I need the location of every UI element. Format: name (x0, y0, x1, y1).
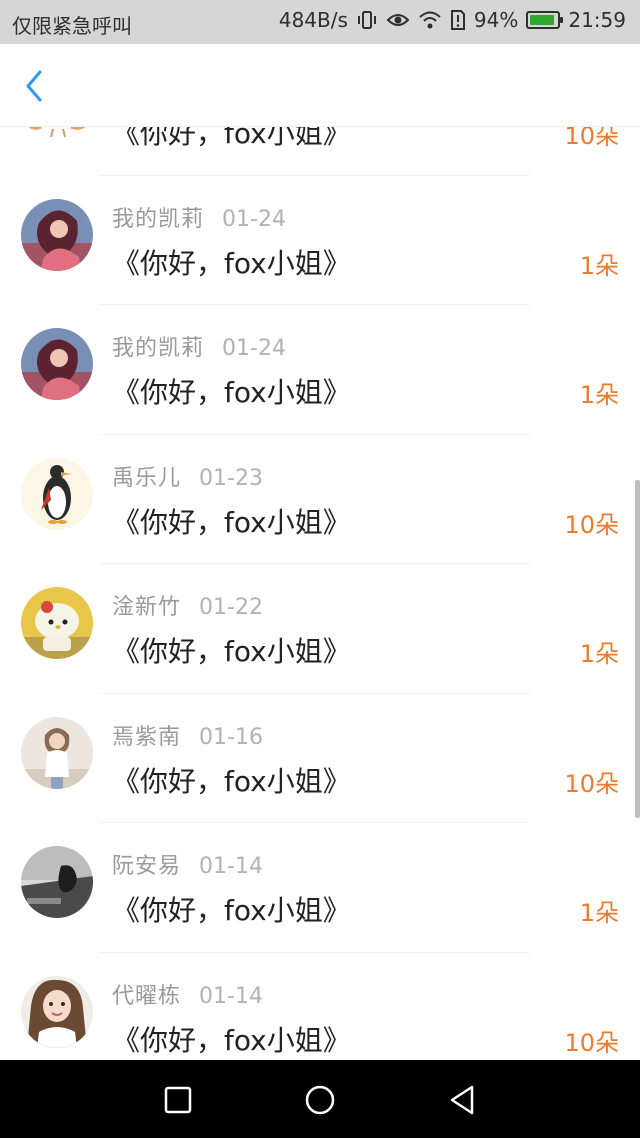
sender-name-line: 焉紫南 01-16 (112, 719, 263, 751)
flower-amount: 10朵 (564, 126, 619, 150)
avatar[interactable] (21, 587, 93, 659)
gift-title: 《你好，fox小姐》 (112, 505, 351, 539)
send-date: 01-24 (222, 206, 286, 232)
sender-name-line: 代曜栋 01-14 (112, 978, 263, 1010)
status-bar: 仅限紧急呼叫 484B/s 94% 21:59 (0, 0, 640, 44)
sender-name: 我的凯莉 (112, 336, 205, 361)
list-content: 《你好，fox小姐》 10朵 我的凯莉 01-24 《你好，fox小姐》 1朵 (0, 126, 640, 1060)
gift-record-list[interactable]: 《你好，fox小姐》 10朵 我的凯莉 01-24 《你好，fox小姐》 1朵 (0, 126, 640, 1060)
sender-name: 我的凯莉 (112, 206, 205, 232)
sender-name-line: 禹乐儿 01-23 (112, 460, 263, 492)
avatar[interactable] (21, 846, 93, 918)
gift-title: 《你好，fox小姐》 (112, 376, 351, 409)
avatar[interactable] (21, 457, 93, 530)
sender-name: 禹乐儿 (112, 465, 182, 491)
send-date: 01-14 (199, 854, 263, 879)
avatar[interactable] (21, 975, 93, 1048)
flower-amount: 1朵 (579, 381, 619, 409)
flower-amount: 10朵 (564, 510, 619, 539)
wifi-icon (418, 9, 442, 31)
sender-name: 代曜栋 (112, 983, 182, 1009)
square-recent-icon (164, 1086, 192, 1114)
circle-home-icon (305, 1085, 335, 1115)
recent-apps-button[interactable] (156, 1078, 200, 1122)
send-date: 01-23 (199, 465, 263, 491)
list-item[interactable]: 淦新竹 01-22 《你好，fox小姐》 1朵 (0, 564, 640, 694)
list-item[interactable]: 阮安易 01-14 《你好，fox小姐》 1朵 (0, 823, 640, 953)
gift-title: 《你好，fox小姐》 (112, 764, 351, 798)
list-item[interactable]: 禹乐儿 01-23 《你好，fox小姐》 10朵 (0, 435, 640, 564)
sender-name: 淦新竹 (112, 595, 182, 620)
list-item[interactable]: 焉紫南 01-16 《你好，fox小姐》 10朵 (0, 694, 640, 823)
sender-name-line: 我的凯莉 01-24 (112, 201, 286, 233)
sender-name: 阮安易 (112, 854, 182, 879)
network-speed: 484B/s (278, 8, 348, 32)
send-date: 01-24 (222, 336, 286, 361)
sender-name-line: 阮安易 01-14 (112, 848, 263, 880)
flower-amount: 10朵 (564, 769, 619, 798)
eye-icon (386, 9, 410, 31)
send-date: 01-14 (199, 983, 263, 1009)
clock: 21:59 (568, 8, 626, 32)
gift-title: 《你好，fox小姐》 (112, 894, 351, 927)
gift-title: 《你好，fox小姐》 (112, 246, 351, 280)
sender-name: 焉紫南 (112, 724, 182, 750)
battery-icon (526, 11, 564, 29)
home-button[interactable] (298, 1078, 342, 1122)
avatar (21, 126, 93, 141)
battery-percent: 94% (473, 8, 519, 32)
gift-title: 《你好，fox小姐》 (112, 635, 351, 668)
flower-amount: 10朵 (564, 1028, 619, 1057)
navigation-bar (0, 1060, 640, 1138)
triangle-back-icon (450, 1085, 474, 1115)
sender-name-line: 淦新竹 01-22 (112, 589, 263, 621)
sim-icon (450, 9, 466, 31)
vibrate-icon (356, 9, 378, 31)
flower-amount: 1朵 (579, 640, 619, 668)
avatar[interactable] (21, 716, 93, 789)
chevron-left-icon (26, 70, 42, 102)
flower-amount: 1朵 (579, 251, 619, 280)
send-date: 01-22 (199, 595, 263, 620)
back-button[interactable] (18, 66, 54, 106)
avatar[interactable] (21, 328, 93, 400)
list-item[interactable]: 代曜栋 01-14 《你好，fox小姐》 10朵 (0, 953, 640, 1061)
carrier-text: 仅限紧急呼叫 (12, 14, 132, 38)
list-item[interactable]: 我的凯莉 01-24 《你好，fox小姐》 1朵 (0, 305, 640, 435)
scrollbar[interactable] (635, 480, 640, 818)
list-item[interactable]: 我的凯莉 01-24 《你好，fox小姐》 1朵 (0, 176, 640, 305)
flower-amount: 1朵 (579, 899, 619, 927)
system-back-button[interactable] (440, 1078, 484, 1122)
list-item[interactable]: 《你好，fox小姐》 10朵 (0, 126, 640, 176)
avatar[interactable] (21, 198, 93, 271)
send-date: 01-16 (199, 724, 263, 750)
gift-title: 《你好，fox小姐》 (112, 1023, 351, 1057)
header (0, 44, 640, 127)
sender-name-line: 我的凯莉 01-24 (112, 330, 286, 362)
status-icons: 484B/s 94% 21:59 (279, 8, 626, 32)
battery-fill (530, 15, 555, 25)
gift-title: 《你好，fox小姐》 (112, 126, 351, 150)
